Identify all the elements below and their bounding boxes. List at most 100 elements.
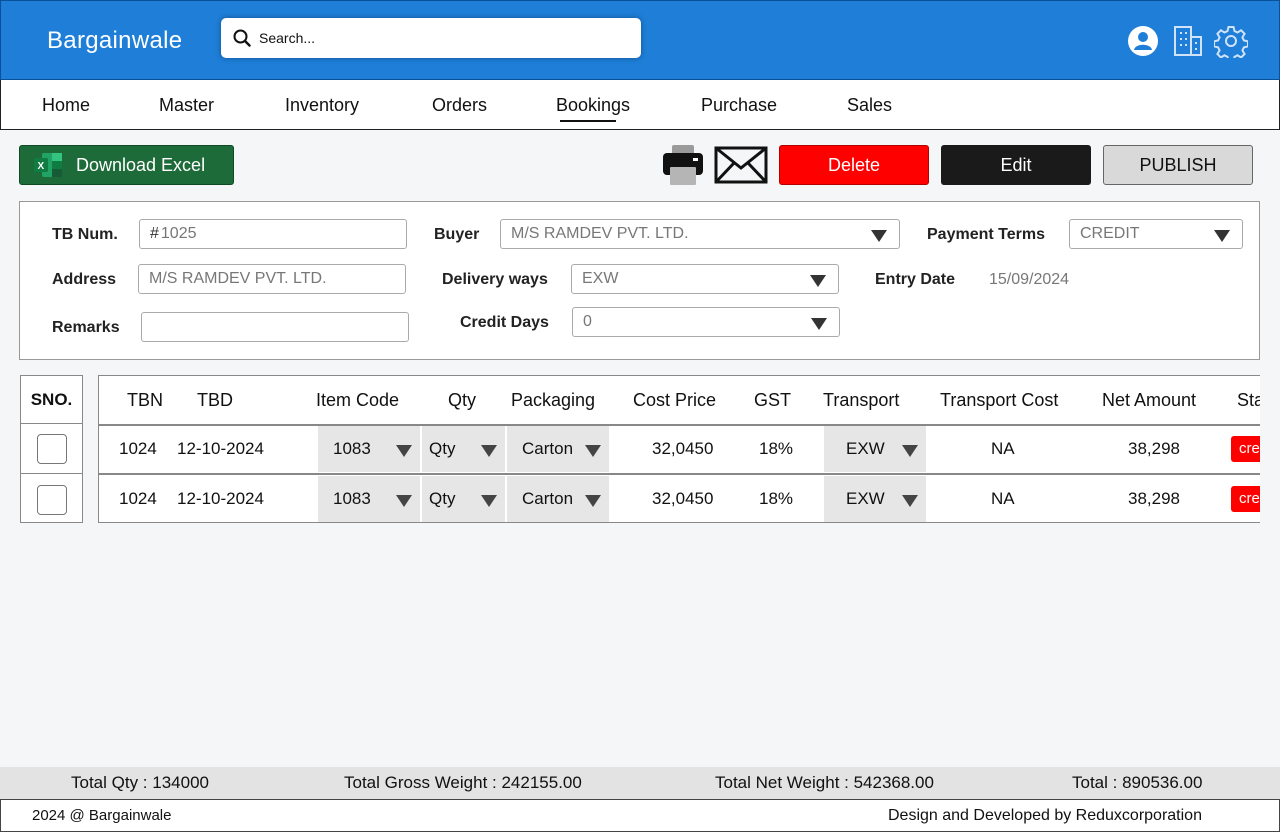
total-net-weight: Total Net Weight : 542368.00 (715, 773, 934, 792)
qty-select[interactable]: Qty (422, 426, 505, 472)
credit-days-label: Credit Days (460, 314, 549, 331)
credit-days-select[interactable]: 0 (572, 307, 840, 337)
publish-button[interactable]: PUBLISH (1103, 145, 1253, 185)
item-code-value: 1083 (333, 489, 371, 508)
dropdown-caret-icon (871, 230, 887, 242)
entry-date-label: Entry Date (875, 271, 956, 288)
dropdown-caret-icon (396, 445, 412, 457)
cell-cost-price: 32,0450 (652, 489, 714, 508)
cell-tbn: 1024 (119, 489, 157, 508)
user-icon[interactable] (1126, 23, 1160, 59)
payment-terms-value: CREDIT (1080, 225, 1140, 242)
booking-form: TB Num. #1025 Buyer M/S RAMDEV PVT. LTD.… (19, 201, 1260, 360)
brand-name[interactable]: Bargainwale (47, 27, 182, 55)
remarks-field[interactable] (141, 312, 409, 342)
qty-value: Qty (429, 439, 456, 458)
column-header-qty: Qty (448, 390, 477, 410)
dropdown-caret-icon (902, 445, 918, 457)
dropdown-caret-icon (396, 495, 412, 507)
transport-select[interactable]: EXW (824, 426, 926, 472)
packaging-select[interactable]: Carton (507, 476, 609, 522)
nav-sales[interactable]: Sales (847, 95, 892, 116)
sno-row (21, 425, 82, 474)
nav-master[interactable]: Master (159, 95, 214, 116)
column-header-status: Status (1237, 390, 1260, 410)
status-badge: created (1231, 436, 1260, 462)
search-input[interactable] (259, 26, 629, 50)
dropdown-caret-icon (902, 495, 918, 507)
qty-select[interactable]: Qty (422, 476, 505, 522)
building-icon[interactable] (1171, 23, 1205, 59)
sno-header: SNO. (21, 376, 82, 424)
column-header-net-amount: Net Amount (1102, 390, 1197, 410)
nav-home[interactable]: Home (42, 95, 90, 116)
cell-tbd: 12-10-2024 (177, 439, 264, 458)
entry-date-value: 15/09/2024 (989, 271, 1070, 288)
packaging-select[interactable]: Carton (507, 426, 609, 472)
gear-icon[interactable] (1214, 23, 1248, 59)
dropdown-caret-icon (481, 445, 497, 457)
dropdown-caret-icon (811, 318, 827, 330)
cell-tbd: 12-10-2024 (177, 489, 264, 508)
search-icon (233, 29, 251, 47)
svg-text:X: X (38, 161, 45, 172)
cell-transport-cost: NA (991, 439, 1015, 458)
main-nav: Home Master Inventory Orders Bookings Pu… (0, 80, 1280, 130)
column-header-tbd: TBD (197, 390, 233, 410)
packaging-value: Carton (522, 489, 574, 508)
hash-icon: # (150, 225, 159, 242)
dropdown-caret-icon (585, 495, 601, 507)
buyer-select[interactable]: M/S RAMDEV PVT. LTD. (500, 219, 900, 249)
dropdown-caret-icon (810, 275, 826, 287)
nav-purchase[interactable]: Purchase (701, 95, 777, 116)
tb-num-label: TB Num. (52, 226, 118, 243)
search-box[interactable] (221, 18, 641, 58)
payment-terms-label: Payment Terms (927, 226, 1045, 243)
column-header-gst: GST (754, 390, 792, 410)
row-checkbox[interactable] (36, 484, 67, 515)
tb-num-field[interactable]: #1025 (139, 219, 407, 249)
nav-bookings[interactable]: Bookings (556, 95, 630, 122)
row-checkbox[interactable] (36, 434, 67, 464)
item-code-value: 1083 (333, 439, 371, 458)
total-qty: Total Qty : 134000 (71, 773, 209, 792)
qty-value: Qty (429, 489, 456, 508)
address-field[interactable]: M/S RAMDEV PVT. LTD. (138, 264, 406, 294)
transport-value: EXW (846, 489, 885, 508)
grand-total: Total : 890536.00 (1072, 773, 1203, 792)
item-code-select[interactable]: 1083 (318, 476, 420, 522)
column-header-item-code: Item Code (316, 390, 400, 410)
cell-net-amount: 38,298 (1128, 439, 1180, 458)
nav-orders[interactable]: Orders (432, 95, 487, 116)
column-header-packaging: Packaging (511, 390, 596, 410)
footer-credit: Design and Developed by Reduxcorporation (888, 807, 1202, 824)
address-label: Address (52, 271, 117, 288)
download-excel-button[interactable]: X Download Excel (19, 145, 234, 185)
transport-select[interactable]: EXW (824, 476, 926, 522)
item-code-select[interactable]: 1083 (318, 426, 420, 472)
edit-button[interactable]: Edit (941, 145, 1091, 185)
download-excel-label: Download Excel (76, 154, 206, 175)
sno-column: SNO. (20, 375, 83, 523)
sno-row (21, 475, 82, 524)
printer-icon[interactable] (662, 145, 704, 190)
nav-inventory[interactable]: Inventory (285, 95, 359, 116)
tb-num-value: 1025 (160, 225, 197, 242)
address-value: M/S RAMDEV PVT. LTD. (149, 270, 327, 287)
payment-terms-select[interactable]: CREDIT (1069, 219, 1243, 249)
dropdown-caret-icon (585, 445, 601, 457)
dropdown-caret-icon (481, 495, 497, 507)
column-header-tbn: TBN (127, 390, 163, 410)
items-table: TBN TBD Item Code Qty Packaging Cost Pri… (98, 375, 1260, 523)
cell-gst: 18% (759, 489, 794, 508)
cell-gst: 18% (759, 439, 794, 458)
delivery-ways-select[interactable]: EXW (571, 264, 839, 294)
buyer-label: Buyer (434, 226, 480, 243)
footer: 2024 @ Bargainwale Design and Developed … (0, 799, 1280, 832)
top-bar: Bargainwale (0, 0, 1280, 80)
packaging-value: Carton (522, 439, 574, 458)
column-header-cost-price: Cost Price (633, 390, 717, 410)
delivery-ways-value: EXW (582, 270, 619, 287)
delete-button[interactable]: Delete (779, 145, 929, 185)
mail-icon[interactable] (714, 146, 768, 189)
